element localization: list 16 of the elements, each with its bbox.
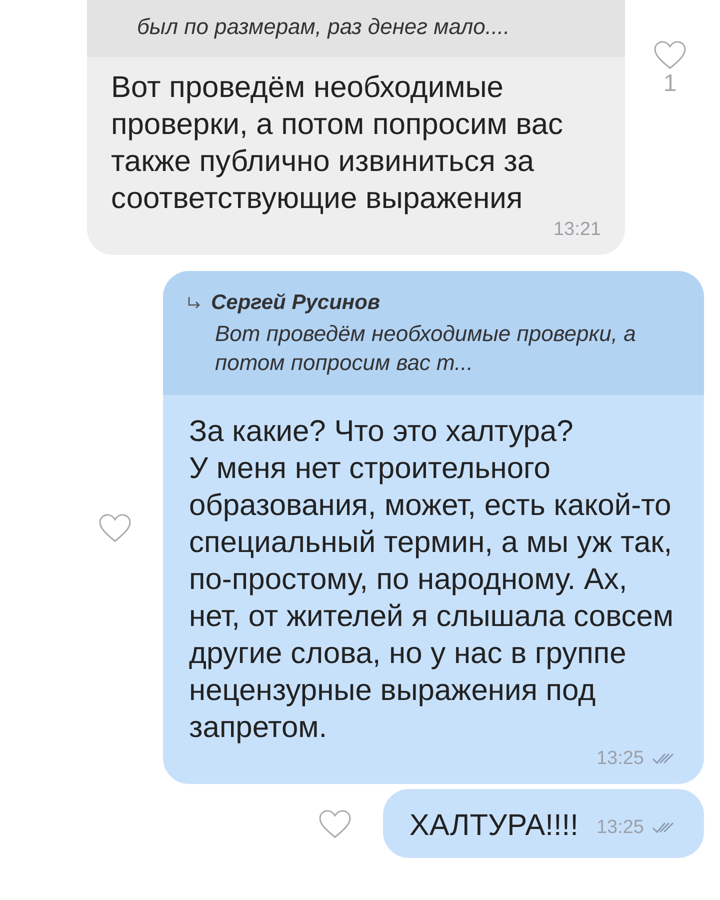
quote-text: был по размерам, раз денег мало....: [137, 13, 511, 41]
quote-text: Вот проведём необходимые проверки, а потом попросим вас т...: [214, 320, 637, 377]
heart-icon[interactable]: [318, 808, 352, 838]
message-time: 13:25: [596, 816, 644, 838]
heart-icon[interactable]: [653, 40, 687, 70]
message-text: ХАЛТУРА!!!!: [409, 808, 578, 844]
like-count: 1: [663, 70, 677, 98]
reply-arrow-icon: [187, 296, 201, 310]
message-time: 13:21: [553, 219, 601, 241]
heart-icon[interactable]: [98, 512, 132, 542]
quote-author: Сергей Русинов: [211, 291, 380, 315]
message-text: За какие? Что это халтура? У меня нет строительного образования, может, есть какой-то специальный термин, а мы уж так, по-простому, по народному. Ах, нет, от жителей я слышала совсем другие слова, но у нас в группе нецензурные выражения под запретом.: [189, 414, 674, 746]
message-time: 13:25: [596, 748, 644, 770]
quote-block[interactable]: был по размерам, раз денег мало....: [87, 0, 625, 57]
message-text: Вот проведём необходимые проверки, а потом попросим вас также публично извиниться за соответствующие выражения: [111, 70, 564, 217]
quote-block[interactable]: Сергей Русинов Вот проведём необходимые проверки, а потом попросим вас т...: [163, 271, 704, 395]
